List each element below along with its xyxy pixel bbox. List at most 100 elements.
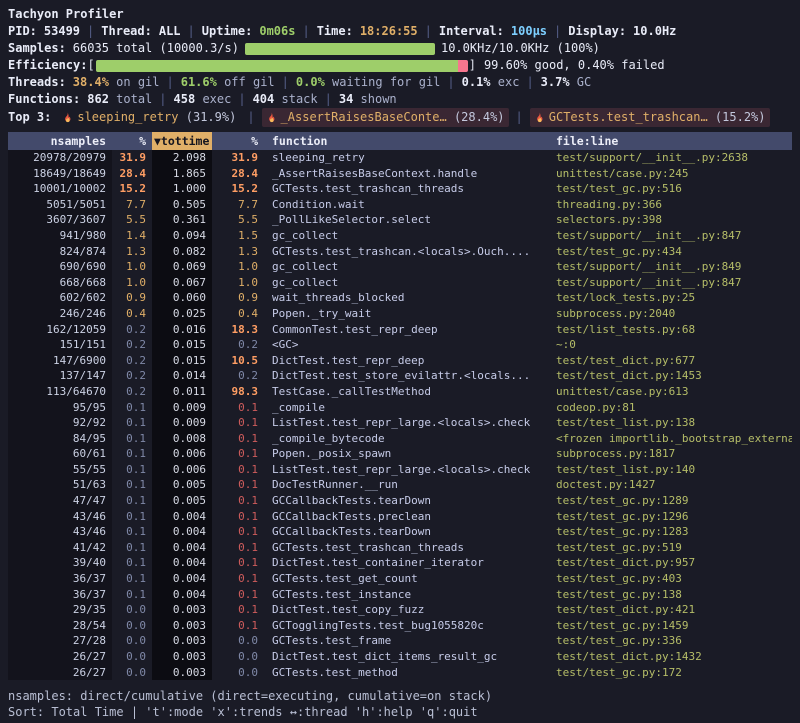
interval-value: 100μs: [511, 23, 547, 40]
direct-percent-cell: 0.1: [112, 571, 152, 587]
separator: |: [554, 23, 561, 40]
tottime-sort-column-header[interactable]: ▼tottime: [152, 132, 212, 150]
direct-percent-cell: 1.0: [112, 275, 152, 291]
table-row: 151/1510.20.0150.2<GC>~:0: [8, 337, 792, 353]
separator: |: [247, 109, 254, 126]
file-line-cell: test/test_dict.py:677: [548, 353, 792, 369]
top3-items: sleeping_retry (31.9%) | _AssertRaisesBase…: [58, 108, 769, 127]
table-row: 39/400.10.0040.1DictTest.test_container_…: [8, 555, 792, 571]
display-label: Display:: [568, 23, 626, 40]
function-stat-label: total: [109, 92, 152, 106]
function-stat-label: shown: [353, 92, 396, 106]
function-cell: DictTest.test_dict_items_result_gc: [264, 649, 548, 665]
cumulative-percent-cell: 1.5: [212, 228, 264, 244]
function-cell: GCCallbackTests.tearDown: [264, 524, 548, 540]
thread-value[interactable]: ALL: [159, 23, 181, 40]
status-bar: PID: 53499 | Thread: ALL | Uptime: 0m06s…: [8, 23, 792, 40]
nsamples-cell: 43/46: [8, 524, 112, 540]
cumulative-percent-cell: 0.2: [212, 368, 264, 384]
function-cell: CommonTest.test_repr_deep: [264, 322, 548, 338]
direct-percent-cell: 0.0: [112, 618, 152, 634]
table-row: 162/120590.20.01618.3CommonTest.test_rep…: [8, 322, 792, 338]
direct-percent-cell: 0.1: [112, 493, 152, 509]
table-header-row: nsamples % ▼tottime % function file:line: [8, 132, 792, 150]
cumulative-percent-cell: 0.1: [212, 400, 264, 416]
direct-percent-cell: 0.2: [112, 337, 152, 353]
thread-stat: 61.6% off gil: [181, 74, 275, 91]
direct-percent-cell: 0.2: [112, 353, 152, 369]
separator: |: [238, 91, 245, 108]
cumulative-percent-cell: 0.1: [212, 602, 264, 618]
tottime-cell: 0.003: [152, 602, 212, 618]
direct-percent-cell: 0.1: [112, 462, 152, 478]
file-line-cell: test/test_dict.py:421: [548, 602, 792, 618]
cumulative-percent-cell: 0.1: [212, 555, 264, 571]
app-title: Tachyon Profiler: [8, 6, 792, 23]
efficiency-line: Efficiency: [ ] 99.60% good, 0.40% faile…: [8, 57, 792, 74]
nsamples-cell: 92/92: [8, 415, 112, 431]
nsamples-cell: 41/42: [8, 540, 112, 556]
function-cell: Condition.wait: [264, 197, 548, 213]
samples-bar-line: Samples: 66035 total (10000.3/s) 10.0KHz…: [8, 40, 792, 57]
function-cell: GCTests.test_get_count: [264, 571, 548, 587]
nsamples-cell: 690/690: [8, 259, 112, 275]
tottime-cell: 0.004: [152, 524, 212, 540]
file-line-cell: test/test_gc.py:403: [548, 571, 792, 587]
file-line-cell: test/support/__init__.py:847: [548, 228, 792, 244]
table-body: 20978/2097931.92.09831.9sleeping_retryte…: [8, 150, 792, 680]
direct-percent-cell: 0.1: [112, 540, 152, 556]
top3-item: sleeping_retry (31.9%): [58, 108, 240, 127]
file-line-cell: test/support/__init__.py:847: [548, 275, 792, 291]
cumulative-percent-cell: 15.2: [212, 181, 264, 197]
efficiency-failed-fill: [458, 60, 468, 72]
functions-line: Functions: 862 total|458 exec|404 stack|…: [8, 91, 792, 108]
direct-percent-cell: 31.9: [112, 150, 152, 166]
function-cell: gc_collect: [264, 228, 548, 244]
function-stat: 404 stack: [253, 91, 318, 108]
table-row: 246/2460.40.0250.4Popen._try_waitsubproc…: [8, 306, 792, 322]
cumulative-percent-column-header[interactable]: %: [212, 132, 264, 150]
function-stat: 862 total: [87, 91, 152, 108]
cumulative-percent-cell: 0.1: [212, 587, 264, 603]
tottime-cell: 0.004: [152, 571, 212, 587]
file-line-column-header[interactable]: file:line: [548, 132, 792, 150]
function-cell: gc_collect: [264, 259, 548, 275]
cumulative-percent-cell: 1.0: [212, 259, 264, 275]
nsamples-cell: 84/95: [8, 431, 112, 447]
table-row: 28/540.00.0030.1GCTogglingTests.test_bug…: [8, 618, 792, 634]
function-cell: GCTogglingTests.test_bug1055820c: [264, 618, 548, 634]
tottime-cell: 0.006: [152, 446, 212, 462]
direct-percent-cell: 0.1: [112, 477, 152, 493]
tottime-cell: 0.015: [152, 337, 212, 353]
thread-stat-label: off gil: [217, 75, 275, 89]
nsamples-cell: 18649/18649: [8, 166, 112, 182]
nsamples-column-header[interactable]: nsamples: [8, 132, 112, 150]
thread-stat: 0.1% exc: [462, 74, 520, 91]
separator: |: [516, 109, 523, 126]
nsamples-cell: 29/35: [8, 602, 112, 618]
threads-line: Threads: 38.4% on gil|61.6% off gil|0.0%…: [8, 74, 792, 91]
cumulative-percent-cell: 18.3: [212, 322, 264, 338]
samples-label: Samples:: [8, 40, 66, 57]
function-cell: <GC>: [264, 337, 548, 353]
efficiency-progress-bar: [96, 60, 468, 72]
tachyon-profiler-window: Tachyon Profiler PID: 53499 | Thread: AL…: [8, 6, 792, 720]
function-column-header[interactable]: function: [264, 132, 548, 150]
direct-percent-column-header[interactable]: %: [112, 132, 152, 150]
nsamples-cell: 51/63: [8, 477, 112, 493]
tottime-cell: 1.865: [152, 166, 212, 182]
tottime-cell: 0.069: [152, 259, 212, 275]
direct-percent-cell: 5.5: [112, 212, 152, 228]
file-line-cell: test/list_tests.py:68: [548, 322, 792, 338]
nsamples-cell: 36/37: [8, 571, 112, 587]
direct-percent-cell: 0.1: [112, 555, 152, 571]
function-cell: _PollLikeSelector.select: [264, 212, 548, 228]
cumulative-percent-cell: 0.1: [212, 477, 264, 493]
efficiency-summary: 99.60% good, 0.40% failed: [484, 57, 665, 74]
top3-function-name: _AssertRaisesBaseConte…: [281, 109, 447, 126]
samples-progress-bar: [245, 43, 435, 55]
top3-percent: (31.9%): [179, 109, 237, 126]
tottime-cell: 0.094: [152, 228, 212, 244]
top3-function-name: sleeping_retry: [77, 109, 178, 126]
thread-stat: 38.4% on gil: [73, 74, 160, 91]
